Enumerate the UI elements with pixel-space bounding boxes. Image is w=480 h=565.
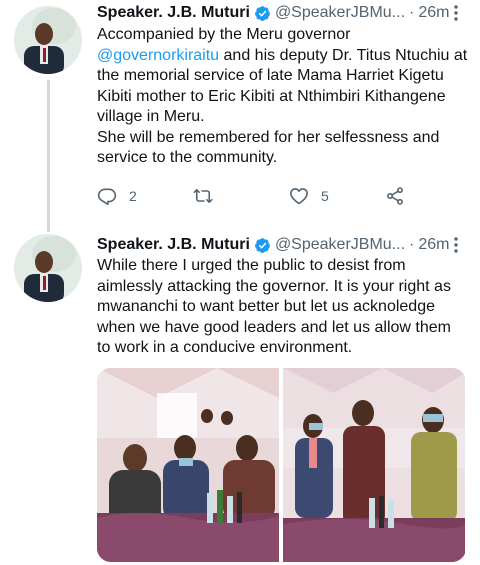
verified-badge-icon [254, 5, 270, 21]
author-name[interactable]: Speaker. J.B. Muturi [97, 236, 250, 254]
tweet-media [97, 368, 466, 562]
separator-dot: · [409, 4, 415, 21]
reply-icon [97, 188, 117, 206]
author-handle[interactable]: @SpeakerJBMu... [275, 4, 405, 22]
tweet-photo-1[interactable] [97, 368, 279, 562]
avatar-photo [14, 234, 82, 302]
more-icon[interactable] [446, 236, 466, 254]
author-handle[interactable]: @SpeakerJBMu... [275, 236, 405, 254]
timestamp[interactable]: 26m [418, 236, 449, 254]
avatar[interactable] [14, 234, 82, 302]
tweet-actions: 2 5 [97, 183, 417, 211]
mention-link[interactable]: @governorkiraitu [97, 47, 219, 64]
heart-icon [290, 188, 308, 205]
tweet-text: While there I urged the public to desist… [97, 257, 451, 356]
more-icon[interactable] [446, 4, 466, 22]
like-count: 5 [321, 188, 329, 204]
author-name[interactable]: Speaker. J.B. Muturi [97, 4, 250, 22]
tweet-text: Accompanied by the Meru governor @govern… [97, 25, 468, 169]
share-button[interactable] [385, 183, 405, 209]
tweet-photo-2[interactable] [283, 368, 465, 562]
tweet-2[interactable]: Speaker. J.B. Muturi @SpeakerJBMu... · 2… [0, 228, 480, 565]
separator-dot: · [409, 236, 415, 253]
retweet-icon [193, 188, 213, 204]
tweet-1[interactable]: Speaker. J.B. Muturi @SpeakerJBMu... · 2… [0, 0, 480, 232]
retweet-button[interactable] [193, 183, 225, 209]
reply-button[interactable]: 2 [97, 183, 137, 209]
tweet-header: Speaker. J.B. Muturi @SpeakerJBMu... · 2… [97, 2, 466, 24]
share-icon [387, 187, 403, 205]
avatar[interactable] [14, 6, 82, 74]
verified-badge-icon [254, 237, 270, 253]
like-button[interactable]: 5 [289, 183, 329, 209]
thread-line [47, 80, 50, 232]
reply-count: 2 [129, 188, 137, 204]
tweet-text-part: Accompanied by the Meru governor [97, 26, 351, 43]
avatar-photo [14, 6, 82, 74]
photo-meeting-table [97, 368, 279, 562]
photo-standing-group [283, 368, 465, 562]
tweet-header: Speaker. J.B. Muturi @SpeakerJBMu... · 2… [97, 234, 466, 256]
tweet-text-part: She will be remembered for her selfessne… [97, 128, 440, 167]
timestamp[interactable]: 26m [418, 4, 449, 22]
